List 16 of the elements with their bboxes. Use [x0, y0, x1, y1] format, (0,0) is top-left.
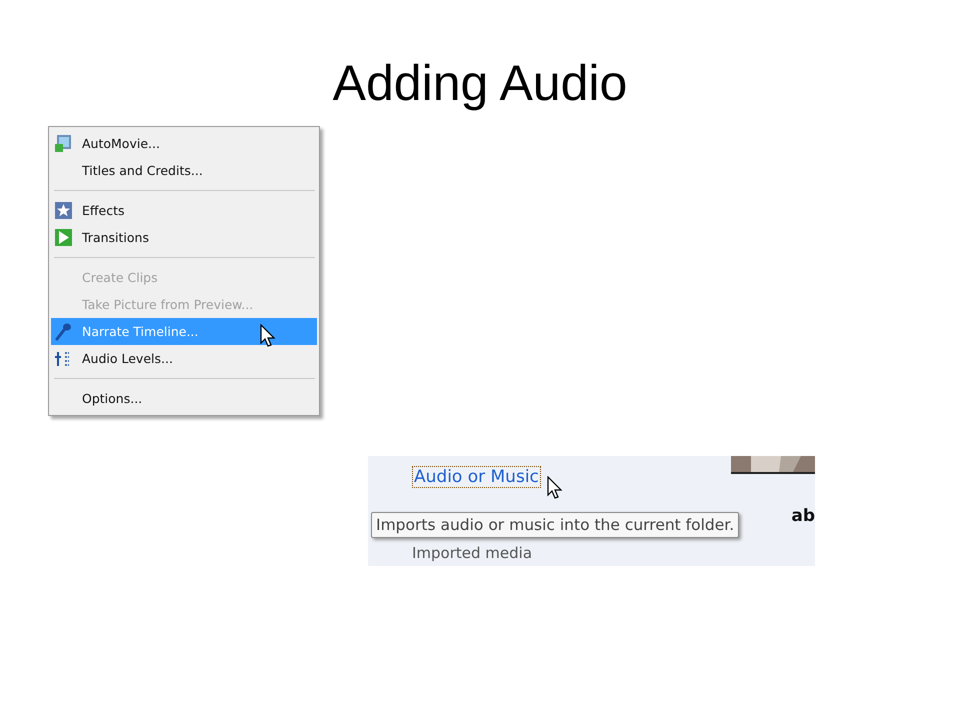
menu-item[interactable]: AutoMovie...	[51, 130, 317, 157]
section-label: Imported media	[412, 544, 532, 562]
microphone-icon	[54, 322, 73, 341]
menu-item[interactable]: Audio Levels...	[51, 345, 317, 372]
menu-item[interactable]: Effects	[51, 197, 317, 224]
side-text: ab	[791, 506, 815, 526]
menu-item[interactable]: Titles and Credits...	[51, 157, 317, 184]
audio-link[interactable]: Audio or Music	[412, 466, 541, 488]
cursor-icon	[260, 324, 276, 348]
cursor-icon	[546, 476, 563, 500]
menu-item[interactable]: Options...	[51, 385, 317, 412]
film-icon	[54, 134, 73, 153]
slide-title: Adding Audio	[332, 58, 628, 108]
play-icon	[54, 228, 73, 247]
tooltip: Imports audio or music into the current folder.	[371, 512, 740, 538]
menu-item[interactable]: Transitions	[51, 224, 317, 251]
